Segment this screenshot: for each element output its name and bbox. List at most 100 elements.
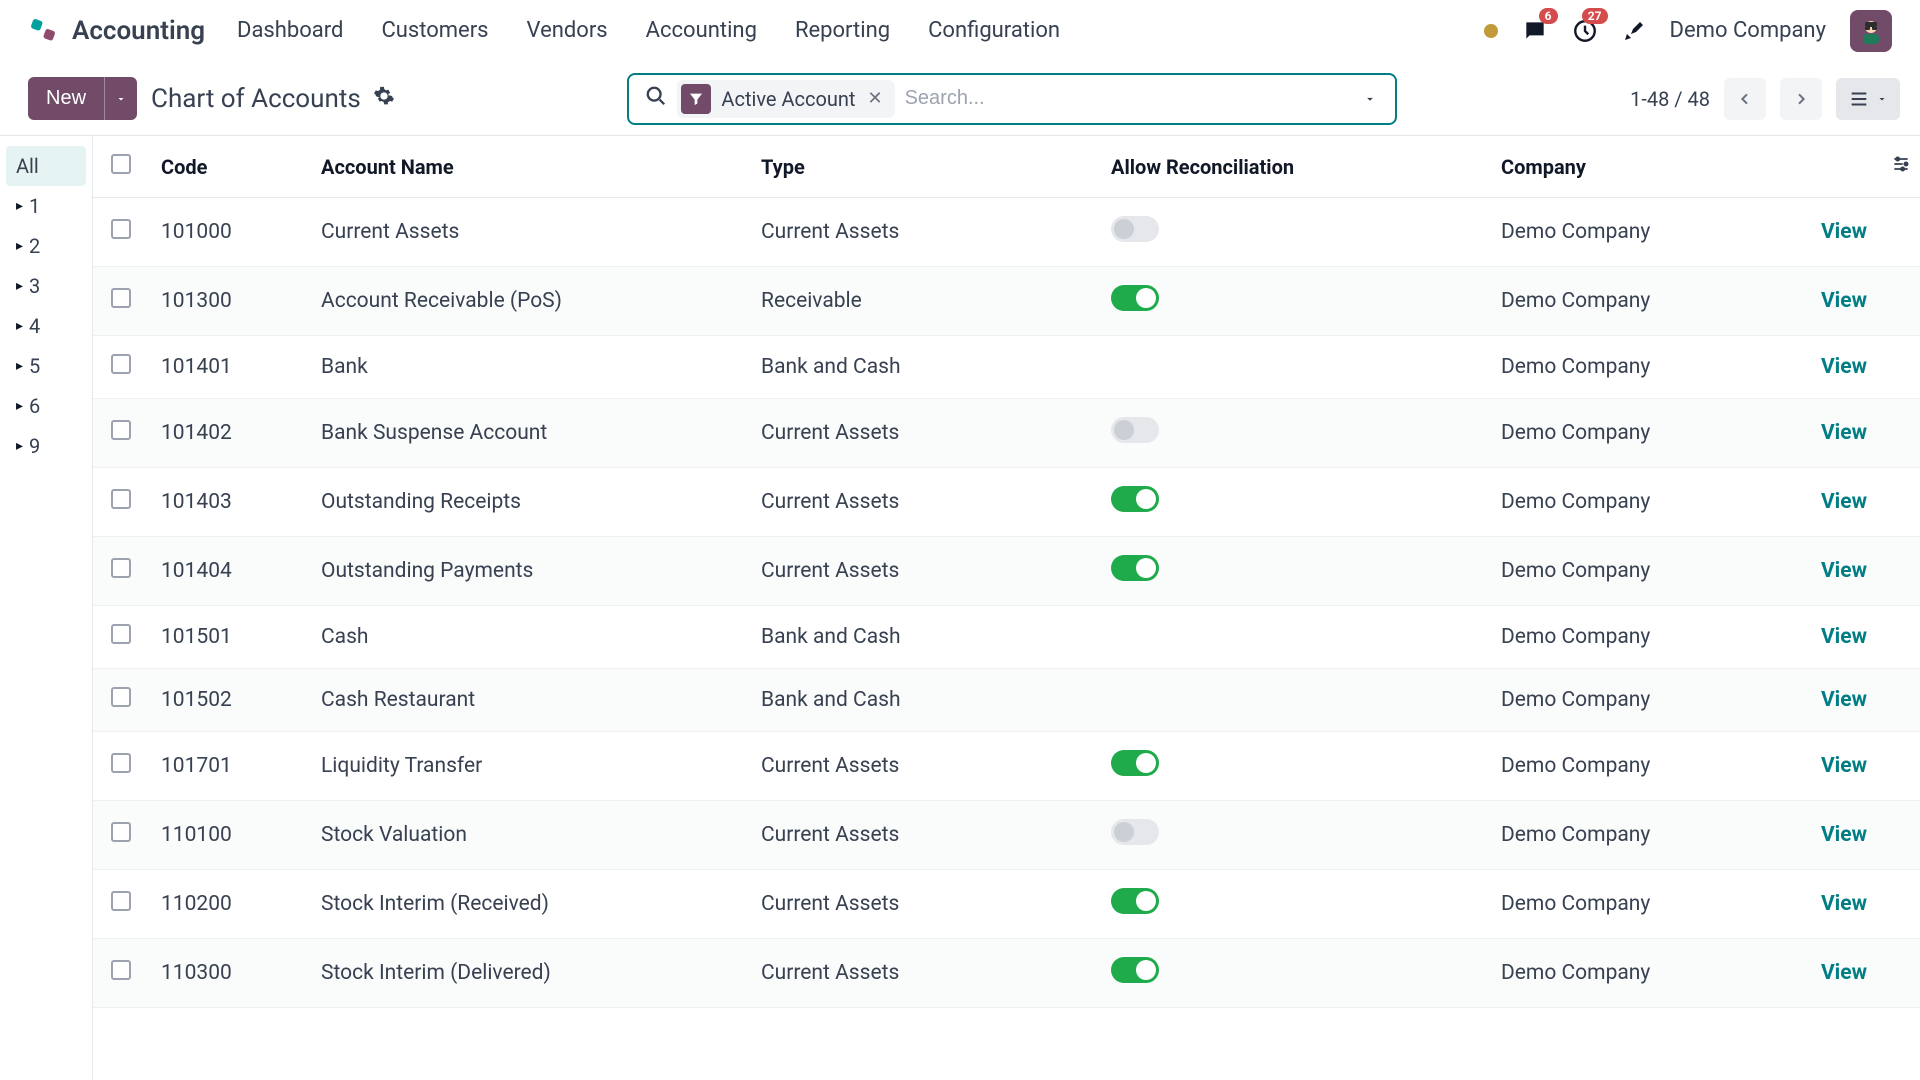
cell-code[interactable]: 110100 — [149, 801, 309, 870]
cell-type[interactable]: Current Assets — [749, 198, 1099, 267]
row-checkbox[interactable] — [111, 558, 131, 578]
table-row[interactable]: 101501CashBank and CashDemo CompanyView — [93, 606, 1920, 669]
reconcile-toggle[interactable] — [1111, 888, 1159, 914]
select-all-checkbox[interactable] — [111, 154, 131, 174]
cell-type[interactable]: Bank and Cash — [749, 336, 1099, 399]
tools-icon[interactable] — [1622, 19, 1646, 43]
reconcile-toggle[interactable] — [1111, 819, 1159, 845]
cell-type[interactable]: Current Assets — [749, 468, 1099, 537]
reconcile-toggle[interactable] — [1111, 750, 1159, 776]
view-link[interactable]: View — [1821, 754, 1867, 778]
nav-configuration[interactable]: Configuration — [928, 18, 1060, 43]
cell-company[interactable]: Demo Company — [1489, 468, 1759, 537]
cell-name[interactable]: Current Assets — [309, 198, 749, 267]
pager-text[interactable]: 1-48 / 48 — [1630, 87, 1710, 111]
sidebar-item-9[interactable]: ▸9 — [6, 426, 86, 466]
cell-code[interactable]: 101401 — [149, 336, 309, 399]
table-row[interactable]: 101401BankBank and CashDemo CompanyView — [93, 336, 1920, 399]
cell-type[interactable]: Current Assets — [749, 801, 1099, 870]
view-link[interactable]: View — [1821, 892, 1867, 916]
cell-code[interactable]: 101502 — [149, 669, 309, 732]
cell-company[interactable]: Demo Company — [1489, 267, 1759, 336]
cell-type[interactable]: Bank and Cash — [749, 606, 1099, 669]
column-header-type[interactable]: Type — [749, 136, 1099, 198]
cell-name[interactable]: Bank Suspense Account — [309, 399, 749, 468]
column-header-company[interactable]: Company — [1489, 136, 1759, 198]
pager-prev-button[interactable] — [1724, 78, 1766, 120]
cell-company[interactable]: Demo Company — [1489, 198, 1759, 267]
reconcile-toggle[interactable] — [1111, 486, 1159, 512]
cell-company[interactable]: Demo Company — [1489, 732, 1759, 801]
cell-type[interactable]: Current Assets — [749, 870, 1099, 939]
view-link[interactable]: View — [1821, 421, 1867, 445]
row-checkbox[interactable] — [111, 753, 131, 773]
new-button-dropdown[interactable] — [104, 77, 137, 120]
discuss-icon[interactable]: 6 — [1522, 18, 1548, 44]
row-checkbox[interactable] — [111, 489, 131, 509]
cell-code[interactable]: 101403 — [149, 468, 309, 537]
column-header-code[interactable]: Code — [149, 136, 309, 198]
cell-company[interactable]: Demo Company — [1489, 939, 1759, 1008]
row-checkbox[interactable] — [111, 420, 131, 440]
table-row[interactable]: 101402Bank Suspense AccountCurrent Asset… — [93, 399, 1920, 468]
activities-icon[interactable]: 27 — [1572, 18, 1598, 44]
view-link[interactable]: View — [1821, 220, 1867, 244]
table-row[interactable]: 101000Current AssetsCurrent AssetsDemo C… — [93, 198, 1920, 267]
table-row[interactable]: 110300Stock Interim (Delivered)Current A… — [93, 939, 1920, 1008]
table-row[interactable]: 101403Outstanding ReceiptsCurrent Assets… — [93, 468, 1920, 537]
view-link[interactable]: View — [1821, 490, 1867, 514]
cell-code[interactable]: 101701 — [149, 732, 309, 801]
row-checkbox[interactable] — [111, 960, 131, 980]
view-link[interactable]: View — [1821, 688, 1867, 712]
sidebar-item-5[interactable]: ▸5 — [6, 346, 86, 386]
view-switcher-list[interactable] — [1836, 78, 1900, 120]
search-facet-remove-icon[interactable]: ✕ — [865, 88, 884, 109]
cell-code[interactable]: 101404 — [149, 537, 309, 606]
view-link[interactable]: View — [1821, 961, 1867, 985]
cell-name[interactable]: Liquidity Transfer — [309, 732, 749, 801]
cell-code[interactable]: 110200 — [149, 870, 309, 939]
sidebar-item-4[interactable]: ▸4 — [6, 306, 86, 346]
table-row[interactable]: 101502Cash RestaurantBank and Cash Demo C… — [93, 669, 1920, 732]
nav-dashboard[interactable]: Dashboard — [237, 18, 343, 43]
gear-icon[interactable] — [373, 85, 395, 112]
row-checkbox[interactable] — [111, 288, 131, 308]
nav-accounting[interactable]: Accounting — [646, 18, 757, 43]
cell-code[interactable]: 101300 — [149, 267, 309, 336]
cell-name[interactable]: Account Receivable (PoS) — [309, 267, 749, 336]
view-link[interactable]: View — [1821, 289, 1867, 313]
cell-type[interactable]: Bank and Cash — [749, 669, 1099, 732]
search-input[interactable] — [905, 87, 1340, 110]
cell-company[interactable]: Demo Company — [1489, 336, 1759, 399]
app-logo-icon[interactable] — [28, 16, 58, 46]
reconcile-toggle[interactable] — [1111, 555, 1159, 581]
reconcile-toggle[interactable] — [1111, 417, 1159, 443]
row-checkbox[interactable] — [111, 687, 131, 707]
breadcrumb[interactable]: Chart of Accounts — [151, 84, 361, 114]
cell-company[interactable]: Demo Company — [1489, 669, 1759, 732]
sidebar-item-6[interactable]: ▸6 — [6, 386, 86, 426]
cell-name[interactable]: Stock Interim (Received) — [309, 870, 749, 939]
reconcile-toggle[interactable] — [1111, 216, 1159, 242]
view-link[interactable]: View — [1821, 559, 1867, 583]
table-row[interactable]: 101404Outstanding PaymentsCurrent Assets… — [93, 537, 1920, 606]
cell-code[interactable]: 101501 — [149, 606, 309, 669]
cell-company[interactable]: Demo Company — [1489, 606, 1759, 669]
table-row[interactable]: 110100Stock ValuationCurrent AssetsDemo … — [93, 801, 1920, 870]
row-checkbox[interactable] — [111, 219, 131, 239]
cell-code[interactable]: 101000 — [149, 198, 309, 267]
view-link[interactable]: View — [1821, 625, 1867, 649]
reconcile-toggle[interactable] — [1111, 957, 1159, 983]
cell-code[interactable]: 110300 — [149, 939, 309, 1008]
cell-code[interactable]: 101402 — [149, 399, 309, 468]
table-row[interactable]: 110200Stock Interim (Received)Current As… — [93, 870, 1920, 939]
sidebar-item-2[interactable]: ▸2 — [6, 226, 86, 266]
cell-name[interactable]: Stock Interim (Delivered) — [309, 939, 749, 1008]
cell-name[interactable]: Cash Restaurant — [309, 669, 749, 732]
view-link[interactable]: View — [1821, 823, 1867, 847]
cell-company[interactable]: Demo Company — [1489, 870, 1759, 939]
avatar[interactable] — [1850, 10, 1892, 52]
cell-company[interactable]: Demo Company — [1489, 537, 1759, 606]
nav-customers[interactable]: Customers — [381, 18, 488, 43]
cell-company[interactable]: Demo Company — [1489, 801, 1759, 870]
